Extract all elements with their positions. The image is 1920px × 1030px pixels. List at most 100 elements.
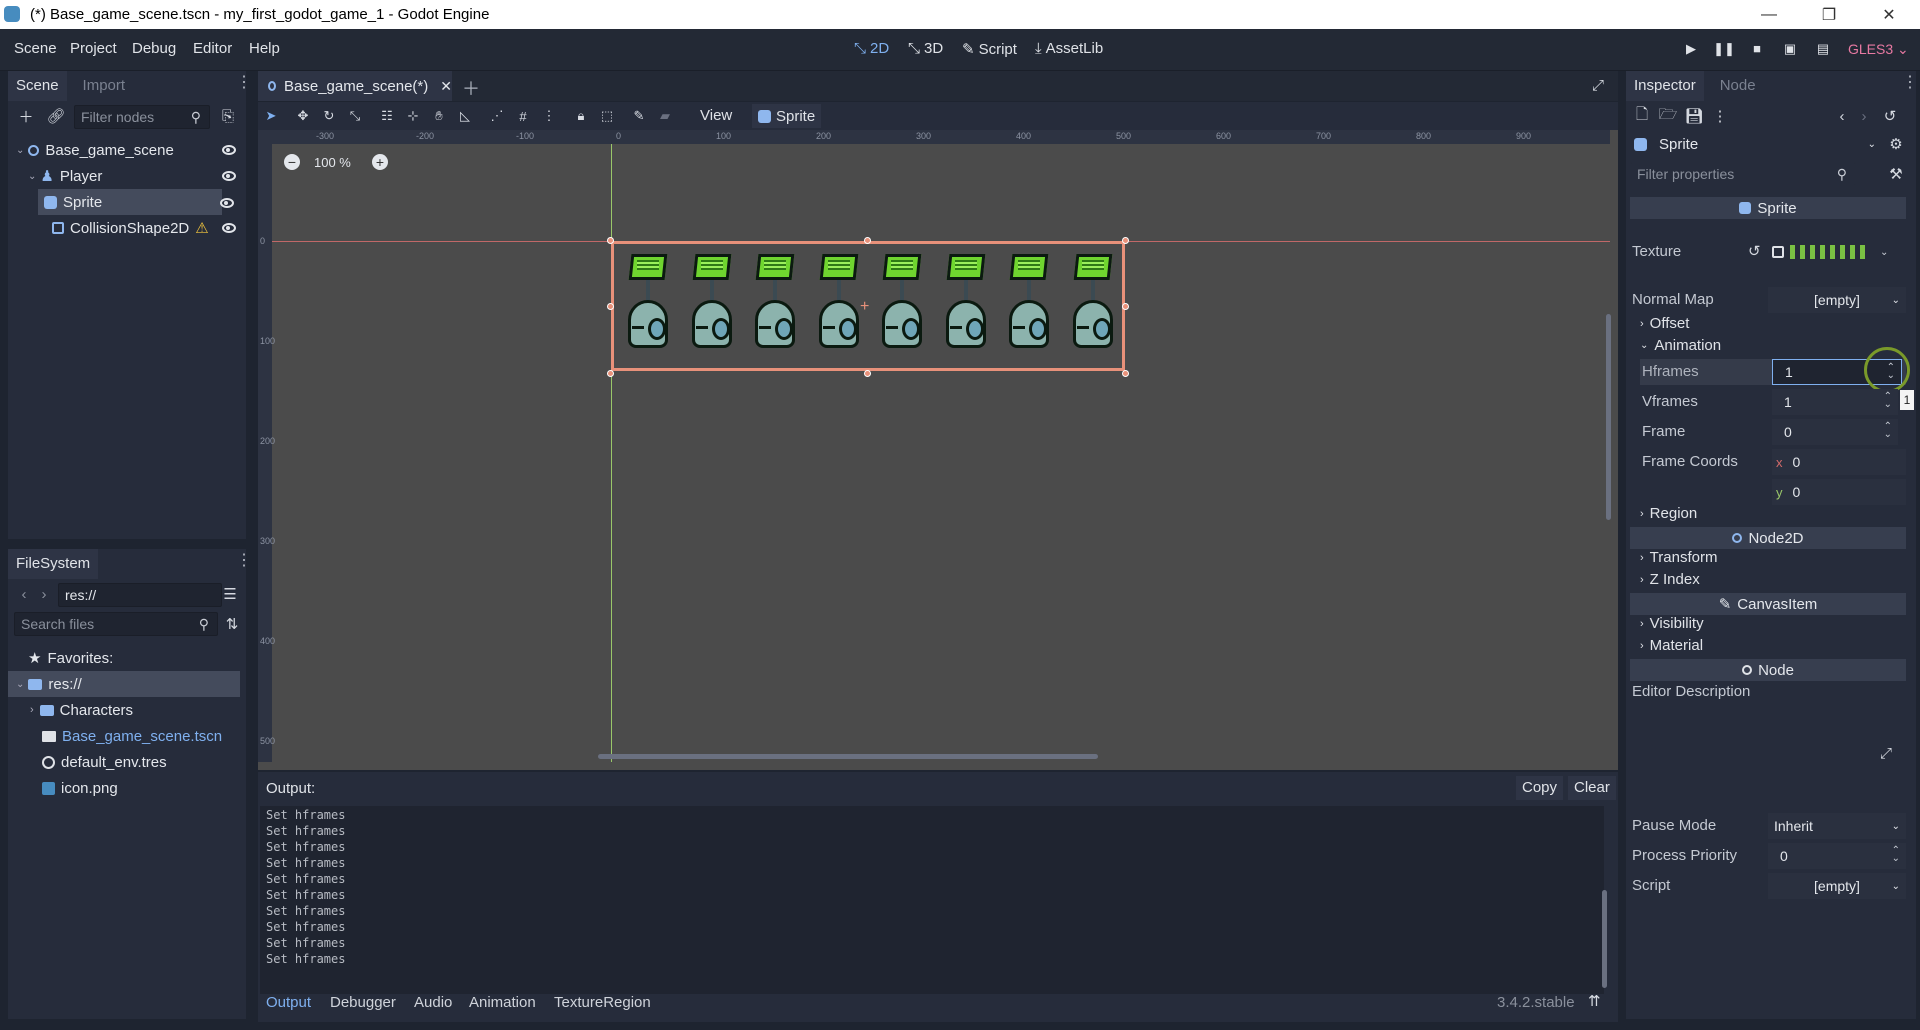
object-selector[interactable]: Sprite ⌄ [1630, 132, 1880, 156]
pause-button[interactable]: ❚❚ [1713, 41, 1735, 61]
filesystem-menu-icon[interactable]: ⋮ [236, 553, 252, 569]
lock-icon[interactable]: 🔒︎ [570, 105, 592, 127]
zoom-in-button[interactable]: + [372, 154, 388, 170]
file-base-game-scene[interactable]: Base_game_scene.tscn [8, 723, 246, 749]
resize-handle[interactable] [864, 237, 871, 244]
node-properties-icon[interactable]: ⚙ [1884, 132, 1908, 156]
split-view-icon[interactable]: ☰ [218, 582, 242, 606]
tab-animation[interactable]: Animation [469, 994, 536, 1011]
zoom-level[interactable]: 100 % [314, 155, 351, 170]
path-input[interactable]: res:// [58, 583, 222, 607]
resize-handle[interactable] [607, 303, 614, 310]
resize-handle[interactable] [864, 370, 871, 377]
tree-item-player[interactable]: ⌄ ♟ Player [8, 163, 246, 189]
sort-icon[interactable]: ⇅ [220, 612, 244, 636]
minimize-button[interactable]: — [1740, 0, 1798, 29]
snap-options-icon[interactable]: ⋮ [538, 105, 560, 127]
spin-arrows-icon[interactable]: ⌃ ⌄ [1892, 846, 1900, 864]
pan-tool-icon[interactable]: ✋︎ [428, 105, 450, 127]
pause-mode-select[interactable]: Inherit ⌄ [1768, 813, 1906, 839]
zoom-out-button[interactable]: − [284, 154, 300, 170]
ruler-tool-icon[interactable]: ◺ [454, 105, 476, 127]
z-index-group[interactable]: › Z Index [1640, 571, 1700, 588]
workspace-3d-button[interactable]: ⤡ 3D [908, 40, 943, 57]
resize-handle[interactable] [607, 237, 614, 244]
workspace-assetlib-button[interactable]: ⤓ AssetLib [1035, 40, 1103, 57]
sprite-menu[interactable]: Sprite [752, 104, 822, 128]
stop-button[interactable]: ■ [1746, 41, 1768, 61]
visibility-eye-icon[interactable] [222, 223, 236, 233]
tree-item-sprite[interactable]: Sprite [38, 189, 222, 215]
expand-bottom-panel-icon[interactable]: ⇈ [1588, 992, 1601, 1010]
new-scene-tab-icon[interactable]: ＋ [462, 75, 480, 101]
resource-menu-icon[interactable]: ⋮ [1708, 104, 1732, 128]
visibility-group[interactable]: › Visibility [1640, 615, 1704, 632]
grid-snap-icon[interactable]: # [512, 105, 534, 127]
workspace-script-button[interactable]: ✎ Script [962, 40, 1017, 59]
favorites-item[interactable]: ★ Favorites: [8, 645, 246, 671]
view-menu[interactable]: View [700, 107, 732, 124]
canvas-viewport[interactable]: -300 -200 -100 0 100 200 300 400 500 600… [258, 102, 1618, 770]
vframes-field[interactable]: 1 ⌃ ⌄ [1772, 389, 1898, 415]
animation-group[interactable]: ⌄ Animation [1640, 337, 1721, 354]
link-icon[interactable]: 🔗︎ [44, 104, 68, 128]
frame-coords-y-field[interactable]: y 0 [1772, 479, 1906, 505]
tab-output[interactable]: Output [266, 994, 311, 1011]
material-group[interactable]: › Material [1640, 637, 1703, 654]
save-resource-icon[interactable]: 💾︎ [1682, 104, 1706, 128]
add-node-icon[interactable]: ＋ [14, 104, 38, 128]
smart-snap-icon[interactable]: ⋰ [486, 105, 508, 127]
tab-import[interactable]: Import [75, 71, 134, 101]
tree-item-base-game-scene[interactable]: ⌄ Base_game_scene [8, 137, 246, 163]
close-tab-icon[interactable]: ✕ [440, 78, 452, 95]
tab-textureregion[interactable]: TextureRegion [554, 994, 651, 1011]
reset-icon[interactable]: ↺ [1748, 242, 1761, 260]
region-group[interactable]: › Region [1640, 505, 1697, 522]
close-window-button[interactable]: ✕ [1860, 0, 1918, 29]
resize-handle[interactable] [1122, 370, 1129, 377]
section-canvasitem[interactable]: ✎ CanvasItem [1630, 593, 1906, 615]
horizontal-scrollbar[interactable] [598, 754, 1098, 759]
play-scene-button[interactable]: ▣ [1779, 41, 1801, 61]
list-select-icon[interactable]: ☷ [376, 105, 398, 127]
group-icon[interactable]: ⬚ [596, 105, 618, 127]
pivot-tool-icon[interactable]: ⊹ [402, 105, 424, 127]
history-icon[interactable]: ↺ [1878, 104, 1902, 128]
texture-preview[interactable]: ⌄ [1768, 229, 1906, 275]
maximize-button[interactable]: ❐ [1800, 0, 1858, 29]
tab-scene[interactable]: Scene [8, 71, 67, 101]
distraction-free-icon[interactable]: ⤢ [1592, 77, 1604, 94]
resize-handle[interactable] [1122, 303, 1129, 310]
tab-node[interactable]: Node [1712, 71, 1764, 101]
expand-editor-icon[interactable]: ⤢ [1880, 745, 1892, 762]
tab-inspector[interactable]: Inspector [1626, 71, 1704, 101]
history-back-icon[interactable]: ‹ [1830, 104, 1854, 128]
move-tool-icon[interactable]: ✥ [292, 105, 314, 127]
renderer-select[interactable]: GLES3 ⌄ [1848, 41, 1909, 58]
process-priority-field[interactable]: 0 ⌃ ⌄ [1768, 843, 1906, 869]
tab-audio[interactable]: Audio [414, 994, 452, 1011]
filter-properties-input[interactable]: Filter properties ⚲ [1630, 162, 1856, 186]
section-node[interactable]: Node [1630, 659, 1906, 681]
search-files-input[interactable]: Search files ⚲ [14, 612, 218, 636]
warning-icon[interactable]: ⚠ [195, 219, 208, 237]
file-default-env[interactable]: default_env.tres [8, 749, 246, 775]
file-icon-png[interactable]: icon.png [8, 775, 246, 801]
frame-field[interactable]: 0 ⌃ ⌄ [1772, 419, 1898, 445]
tab-filesystem[interactable]: FileSystem [8, 549, 99, 579]
scene-tab-base-game-scene[interactable]: Base_game_scene(*) ✕ [258, 71, 452, 101]
scale-tool-icon[interactable]: ⤡ [344, 105, 366, 127]
history-forward-icon[interactable]: › [1852, 104, 1876, 128]
script-field[interactable]: [empty] ⌄ [1768, 873, 1906, 899]
folder-res-item[interactable]: ⌄ res:// [8, 671, 240, 697]
transform-group[interactable]: › Transform [1640, 549, 1717, 566]
inspector-menu-icon[interactable]: ⋮ [1902, 75, 1918, 91]
copy-button[interactable]: Copy [1516, 776, 1564, 800]
select-tool-icon[interactable]: ➤ [260, 105, 282, 127]
forward-icon[interactable]: › [32, 582, 56, 606]
visibility-eye-icon[interactable] [220, 198, 234, 208]
new-resource-icon[interactable]: 🗋︎ [1630, 104, 1654, 128]
clear-button[interactable]: Clear [1568, 776, 1616, 800]
instance-scene-icon[interactable]: ⎘ [216, 104, 240, 128]
menu-editor[interactable]: Editor [193, 40, 232, 57]
